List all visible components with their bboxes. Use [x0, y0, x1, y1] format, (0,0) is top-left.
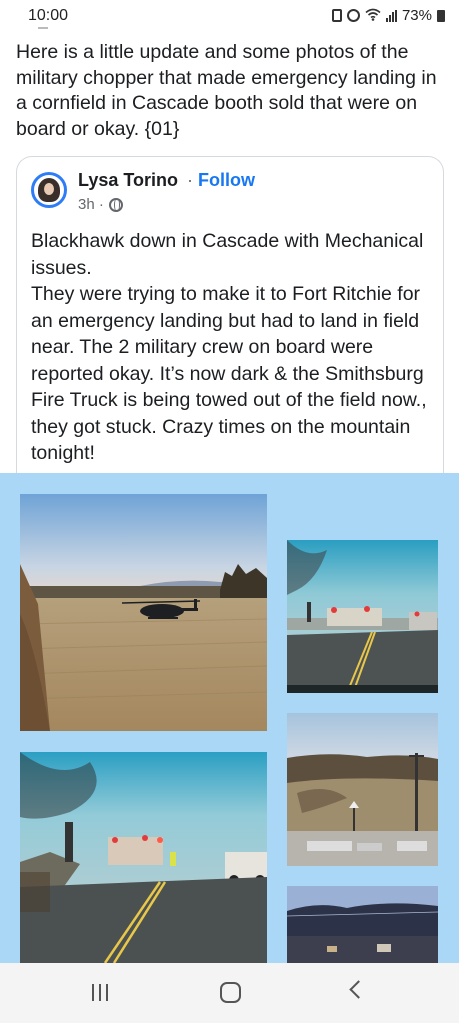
- status-time: 10:00: [28, 7, 69, 24]
- shared-post-card[interactable]: Lysa Torino · Follow 3h · Blackhawk down…: [16, 156, 444, 486]
- separator-dot: ·: [187, 170, 193, 190]
- post-time: 3h ·: [78, 196, 104, 213]
- avatar-face: [44, 183, 54, 195]
- home-button[interactable]: [220, 982, 241, 1003]
- foggy-road-emergency-vehicles-photo[interactable]: [20, 752, 267, 963]
- dusk-treeline-photo[interactable]: [287, 886, 438, 963]
- follow-button[interactable]: Follow: [198, 170, 255, 191]
- post-text: Here is a little update and some photos …: [16, 41, 437, 140]
- battery-percent: 73%: [401, 7, 432, 24]
- signal-icon: [385, 9, 397, 22]
- alarm-icon: [346, 9, 360, 22]
- recent-apps-button[interactable]: [92, 984, 108, 1001]
- navigation-bar: [0, 963, 459, 1023]
- helicopter-in-field-photo[interactable]: [20, 494, 267, 731]
- back-button[interactable]: [349, 980, 368, 999]
- wifi-icon: [365, 8, 381, 24]
- farm-hillside-photo[interactable]: [287, 713, 438, 866]
- author-name[interactable]: Lysa Torino: [78, 170, 178, 191]
- shared-post-paragraph: Blackhawk down in Cascade with Mechanica…: [31, 230, 424, 279]
- lock-icon: [331, 9, 342, 22]
- foggy-road-fire-trucks-photo[interactable]: [287, 540, 438, 693]
- shared-post-paragraph: They were trying to make it to Fort Ritc…: [31, 283, 427, 464]
- shared-post-body: Blackhawk down in Cascade with Mechanica…: [31, 228, 439, 467]
- author-avatar[interactable]: [31, 172, 67, 208]
- status-icons: 73%: [331, 7, 445, 24]
- post-meta: 3h ·: [78, 196, 123, 213]
- status-indicator-line: [38, 27, 48, 29]
- battery-icon: [437, 9, 445, 22]
- globe-icon: [108, 197, 123, 212]
- photo-collage: [0, 473, 459, 963]
- status-bar: 10:00 73%: [0, 0, 459, 34]
